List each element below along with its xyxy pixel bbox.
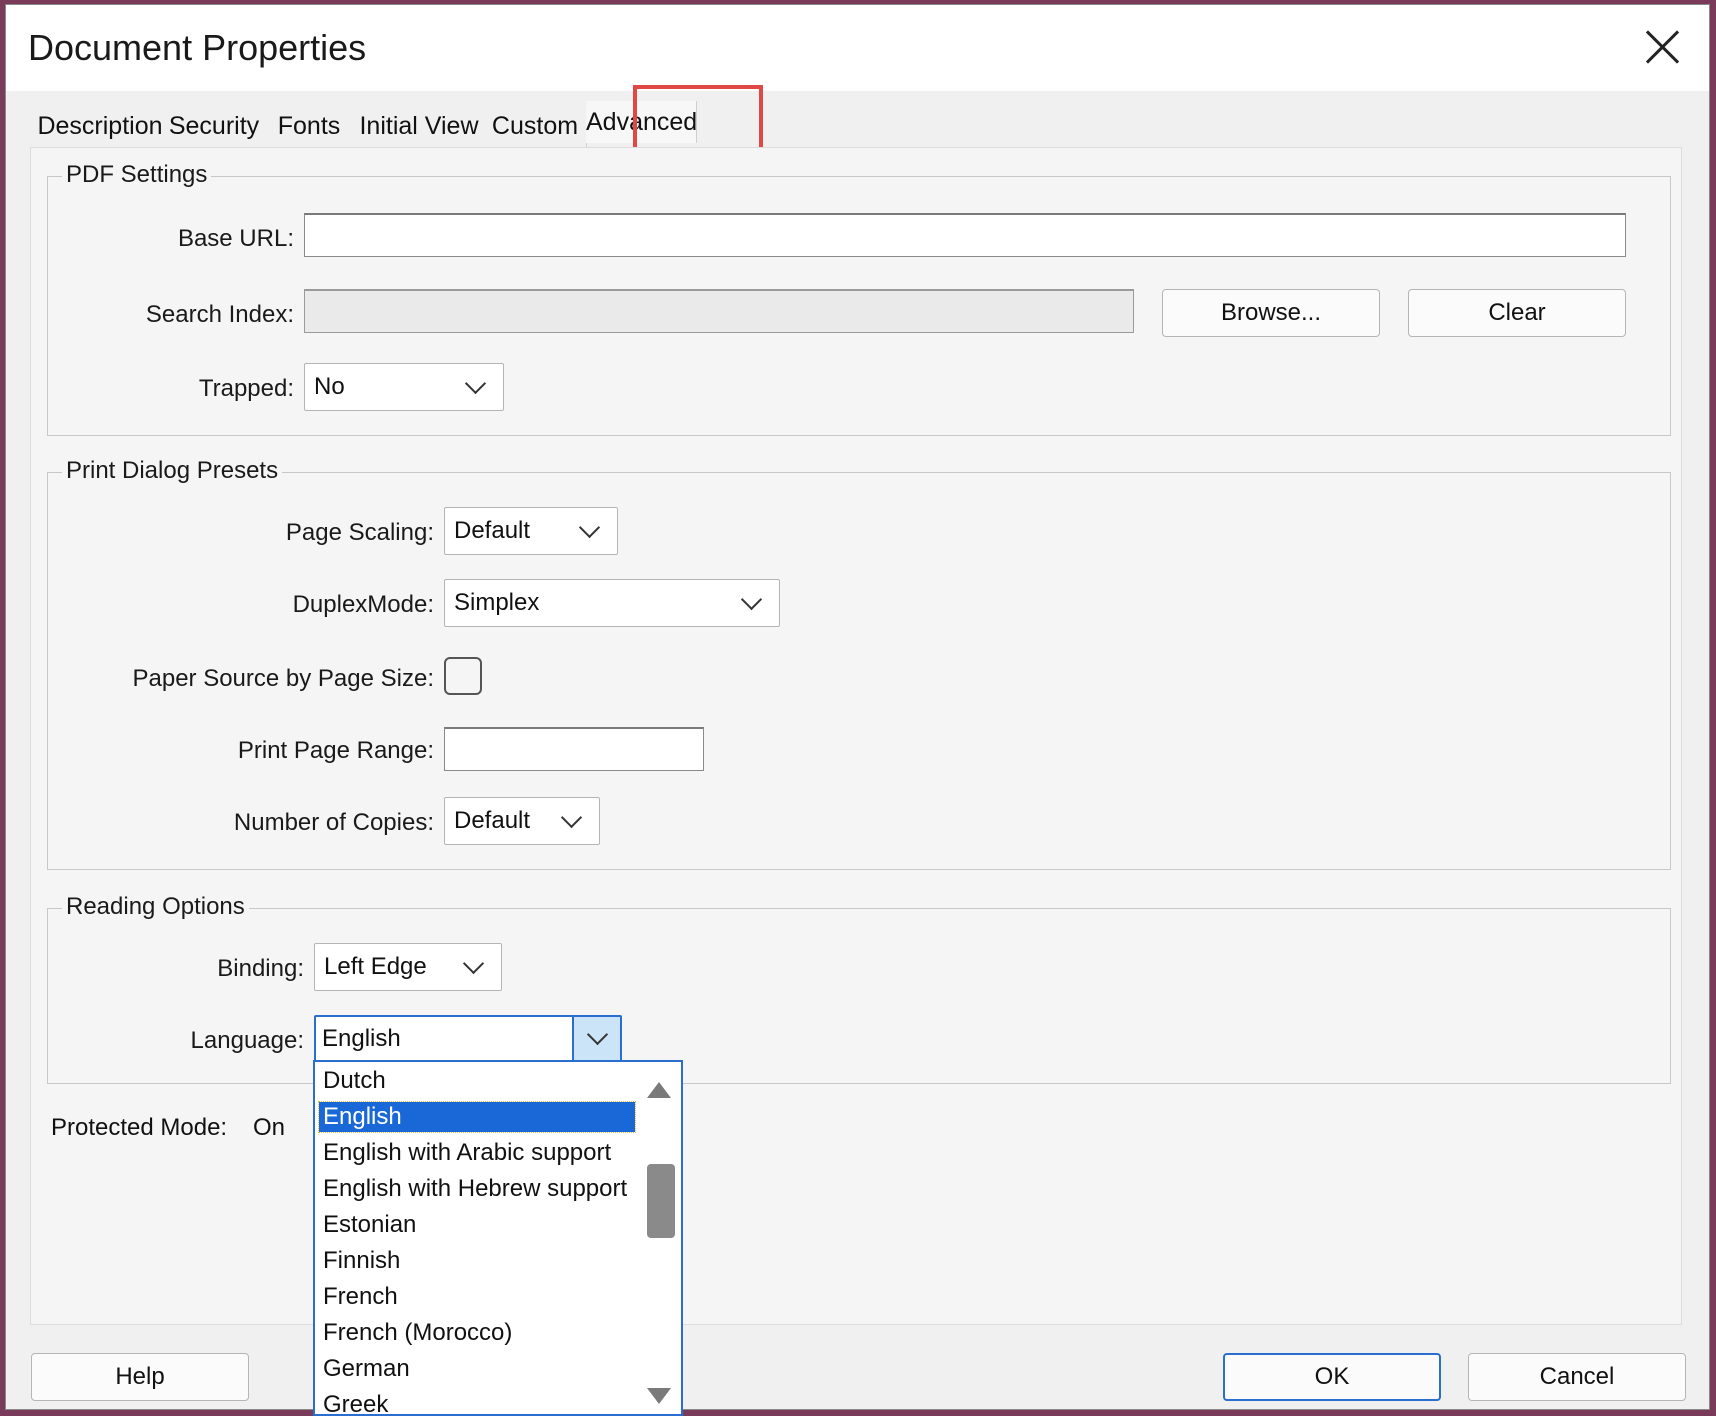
tab-description[interactable]: Description (36, 105, 165, 147)
language-option-french[interactable]: French (319, 1282, 635, 1312)
search-index-label: Search Index: (145, 301, 294, 328)
language-option-french-morocco[interactable]: French (Morocco) (319, 1318, 635, 1348)
language-dropdown-list: Dutch English English with Arabic suppor… (313, 1060, 683, 1416)
trapped-label: Trapped: (198, 375, 294, 402)
print-page-range-label: Print Page Range: (237, 737, 434, 764)
print-presets-legend: Print Dialog Presets (62, 457, 283, 485)
language-dropdown-button[interactable] (572, 1017, 620, 1061)
number-of-copies-label: Number of Copies: (233, 809, 434, 836)
chevron-down-icon (464, 372, 487, 395)
binding-select[interactable]: Left Edge (314, 943, 502, 991)
language-option-greek[interactable]: Greek (319, 1390, 635, 1414)
tab-advanced[interactable]: Advanced (586, 101, 697, 143)
clear-button[interactable]: Clear (1408, 289, 1626, 337)
scroll-down-arrow-icon[interactable] (647, 1388, 671, 1404)
print-dialog-presets-group: Print Dialog Presets Page Scaling: Defau… (47, 457, 1671, 870)
language-label: Language: (190, 1027, 304, 1054)
language-option-dutch[interactable]: Dutch (319, 1066, 635, 1096)
language-value: English (322, 1025, 401, 1052)
base-url-label: Base URL: (177, 225, 294, 252)
dialog-title: Document Properties (28, 27, 367, 68)
duplex-mode-value: Simplex (454, 589, 540, 616)
language-option-english-arabic[interactable]: English with Arabic support (319, 1138, 635, 1168)
chevron-down-icon (586, 1023, 609, 1046)
paper-source-checkbox[interactable] (444, 657, 482, 695)
duplex-mode-label: DuplexMode: (292, 591, 434, 618)
protected-mode-value: On (253, 1114, 286, 1141)
cancel-button[interactable]: Cancel (1468, 1353, 1686, 1401)
help-button[interactable]: Help (31, 1353, 249, 1401)
dropdown-scrollbar[interactable] (637, 1062, 681, 1414)
tab-custom[interactable]: Custom (484, 105, 587, 147)
chevron-down-icon (462, 952, 485, 975)
paper-source-label: Paper Source by Page Size: (132, 665, 434, 692)
title-bar: Document Properties (6, 5, 1709, 91)
pdf-settings-legend: PDF Settings (62, 161, 212, 189)
reading-options-group: Reading Options Binding: Left Edge Langu… (47, 893, 1671, 1084)
tab-initial-view[interactable]: Initial View (354, 105, 485, 147)
document-properties-dialog: Document Properties Description Security… (5, 4, 1710, 1410)
binding-label: Binding: (217, 955, 304, 982)
pdf-settings-group: PDF Settings Base URL: Search Index: Bro… (47, 161, 1671, 436)
binding-value: Left Edge (324, 953, 427, 980)
language-option-german[interactable]: German (319, 1354, 635, 1384)
browse-button[interactable]: Browse... (1162, 289, 1380, 337)
tab-security[interactable]: Security (164, 105, 265, 147)
base-url-input[interactable] (304, 213, 1626, 257)
language-option-estonian[interactable]: Estonian (319, 1210, 635, 1240)
page-scaling-select[interactable]: Default (444, 507, 618, 555)
protected-mode-label: Protected Mode: (51, 1114, 228, 1141)
language-option-finnish[interactable]: Finnish (319, 1246, 635, 1276)
trapped-select[interactable]: No (304, 363, 504, 411)
reading-options-legend: Reading Options (62, 893, 249, 921)
tab-fonts[interactable]: Fonts (264, 105, 355, 147)
ok-button[interactable]: OK (1223, 1353, 1441, 1401)
number-of-copies-select[interactable]: Default (444, 797, 600, 845)
close-icon[interactable] (1639, 23, 1687, 71)
trapped-value: No (314, 373, 345, 400)
number-of-copies-value: Default (454, 807, 531, 834)
page-scaling-label: Page Scaling: (285, 519, 434, 546)
language-option-english-hebrew[interactable]: English with Hebrew support (319, 1174, 635, 1204)
chevron-down-icon (560, 806, 583, 829)
print-page-range-input[interactable] (444, 727, 704, 771)
language-option-english[interactable]: English (318, 1101, 636, 1133)
chevron-down-icon (578, 516, 601, 539)
language-select[interactable]: English (314, 1015, 622, 1063)
scroll-thumb[interactable] (647, 1164, 675, 1238)
duplex-mode-select[interactable]: Simplex (444, 579, 780, 627)
search-index-field (304, 289, 1134, 333)
scroll-up-arrow-icon[interactable] (647, 1082, 671, 1098)
chevron-down-icon (740, 588, 763, 611)
advanced-tab-panel: PDF Settings Base URL: Search Index: Bro… (30, 147, 1682, 1325)
page-scaling-value: Default (454, 517, 531, 544)
